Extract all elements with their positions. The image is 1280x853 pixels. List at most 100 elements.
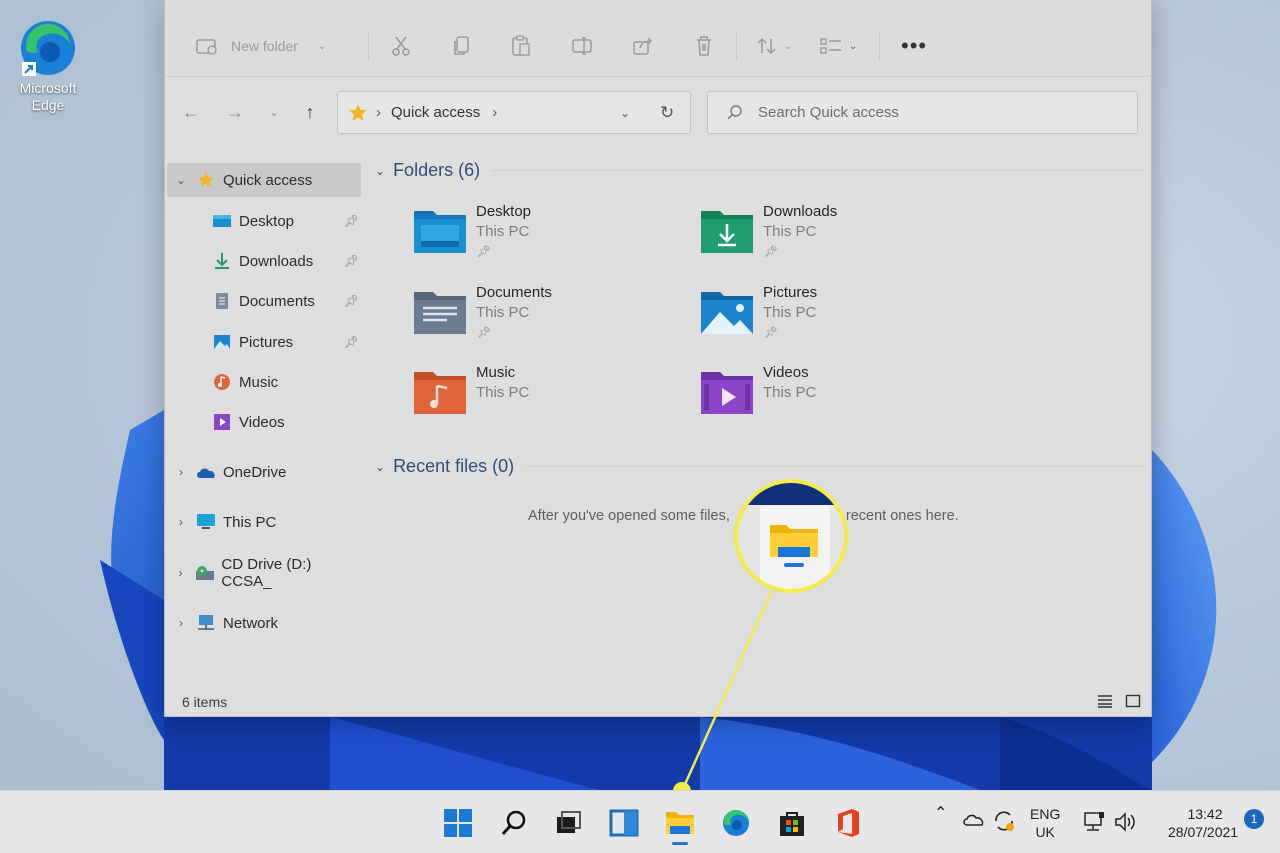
edge-icon	[723, 809, 749, 836]
sort-icon	[757, 37, 776, 55]
sidebar-item-downloads[interactable]: Downloads 📌︎	[167, 244, 361, 278]
sidebar-item-pictures[interactable]: Pictures 📌︎	[167, 325, 361, 359]
expand-chevron-icon[interactable]: ⌄	[167, 173, 195, 187]
rename-button[interactable]	[571, 32, 593, 60]
divider	[492, 170, 1143, 171]
videos-folder-icon	[701, 372, 753, 414]
office-taskbar-button[interactable]	[826, 801, 870, 845]
sync-tray-icon[interactable]	[992, 809, 1016, 837]
collapse-chevron-icon: ⌄	[375, 163, 386, 178]
sidebar-item-quick-access[interactable]: ⌄ Quick access	[167, 163, 361, 197]
pin-icon[interactable]: 📌︎	[344, 335, 359, 349]
active-indicator	[672, 842, 688, 845]
more-options-button[interactable]: •••	[901, 32, 927, 60]
onedrive-tray-icon[interactable]	[962, 811, 986, 831]
sidebar-item-this-pc[interactable]: › This PC	[167, 505, 361, 539]
notification-badge[interactable]: 1	[1244, 809, 1264, 829]
folder-tile-videos[interactable]: Videos This PC	[700, 364, 960, 434]
sidebar-item-desktop[interactable]: Desktop 📌︎	[167, 204, 361, 238]
expand-chevron-icon[interactable]: ›	[167, 616, 195, 630]
music-folder-icon	[414, 372, 466, 414]
address-history-chevron-icon[interactable]: ⌄	[620, 106, 630, 120]
folder-location: This PC	[476, 223, 530, 240]
delete-icon	[697, 36, 711, 56]
folder-tile-downloads[interactable]: Downloads This PC 📌︎	[700, 203, 960, 273]
view-button[interactable]: ⌄	[819, 32, 857, 60]
pin-icon[interactable]: 📌︎	[344, 294, 359, 308]
sidebar-item-onedrive[interactable]: › OneDrive	[167, 455, 361, 489]
show-hidden-icons-button[interactable]: ⌃	[934, 805, 947, 823]
new-folder-label: New folder	[231, 38, 298, 54]
edge-taskbar-button[interactable]	[714, 801, 758, 845]
folder-name: Desktop	[476, 203, 532, 220]
videos-icon	[211, 413, 233, 431]
folder-tile-pictures[interactable]: Pictures This PC 📌︎	[700, 284, 960, 354]
sidebar-item-documents[interactable]: Documents 📌︎	[167, 284, 361, 318]
search-icon	[501, 810, 526, 835]
folder-tile-documents[interactable]: Documents This PC 📌︎	[413, 284, 673, 354]
sidebar-item-cd-drive[interactable]: › CD Drive (D:) CCSA_	[167, 556, 361, 590]
refresh-icon[interactable]: ↻	[660, 103, 674, 123]
pin-icon[interactable]: 📌︎	[344, 214, 359, 228]
volume-tray-icon[interactable]	[1113, 811, 1139, 837]
callout-magnifier	[734, 479, 848, 593]
share-button[interactable]	[632, 32, 654, 60]
folder-tile-desktop[interactable]: Desktop This PC 📌︎	[413, 203, 673, 273]
sidebar-item-label: Pictures	[239, 333, 294, 351]
sidebar-item-videos[interactable]: Videos	[167, 405, 361, 439]
sidebar-item-label: Videos	[239, 413, 285, 431]
expand-chevron-icon[interactable]: ›	[167, 465, 195, 479]
expand-chevron-icon[interactable]: ›	[167, 515, 195, 529]
copy-icon	[454, 36, 469, 55]
arrow-left-icon: ←	[182, 101, 200, 122]
recent-files-title: Recent files (0)	[393, 456, 515, 476]
back-button[interactable]: ←	[179, 98, 203, 126]
file-explorer-taskbar-button[interactable]	[658, 801, 702, 845]
folder-name: Downloads	[763, 203, 838, 220]
sidebar-item-label: Music	[239, 373, 279, 391]
start-button[interactable]	[436, 801, 480, 845]
new-folder-button[interactable]: New folder ⌄	[195, 32, 326, 60]
pin-icon[interactable]: 📌︎	[344, 254, 359, 268]
cd-drive-icon	[194, 564, 215, 582]
network-tray-icon[interactable]	[1082, 811, 1106, 837]
new-folder-icon	[196, 39, 217, 55]
task-view-button[interactable]	[546, 801, 590, 845]
task-view-icon	[557, 811, 581, 833]
details-view-icon[interactable]	[1097, 693, 1113, 709]
search-box[interactable]: Search Quick access	[707, 91, 1138, 134]
delete-button[interactable]	[694, 32, 714, 60]
sidebar-item-music[interactable]: Music	[167, 365, 361, 399]
taskbar: ⌃ ENG UK 13:42 28/07/2021	[0, 790, 1280, 853]
recent-files-group-header[interactable]: ⌄ Recent files (0)	[375, 456, 1147, 477]
forward-button[interactable]: →	[223, 98, 247, 126]
search-icon	[727, 104, 742, 120]
sort-button[interactable]: ⌄	[756, 32, 792, 60]
taskbar-search-button[interactable]	[492, 801, 536, 845]
folders-group-header[interactable]: ⌄ Folders (6)	[375, 160, 1143, 181]
desktop-edge-shortcut[interactable]: Microsoft Edge	[8, 18, 88, 114]
sidebar-item-network[interactable]: › Network	[167, 606, 361, 640]
sidebar-item-label: Desktop	[239, 212, 295, 230]
breadcrumb-quick-access[interactable]: Quick access	[391, 104, 480, 121]
paste-button[interactable]	[511, 32, 531, 60]
copy-button[interactable]	[453, 32, 471, 60]
desktop-edge-label: Microsoft Edge	[19, 80, 77, 113]
language-indicator[interactable]: ENG UK	[1030, 805, 1060, 841]
chevron-up-icon: ⌃	[934, 805, 948, 822]
desktop-folder-icon	[414, 211, 466, 253]
large-icons-view-icon[interactable]	[1125, 693, 1141, 709]
chevron-down-icon: ⌄	[317, 40, 327, 52]
clock[interactable]: 13:42 28/07/2021	[1168, 805, 1238, 841]
recent-locations-button[interactable]: ⌄	[262, 98, 286, 126]
cut-button[interactable]	[391, 32, 411, 60]
expand-chevron-icon[interactable]: ›	[167, 566, 194, 580]
up-button[interactable]: ↑	[298, 98, 322, 126]
rename-icon	[572, 37, 592, 55]
folder-tile-music[interactable]: Music This PC	[413, 364, 673, 434]
address-bar[interactable]: › Quick access › ⌄ ↻	[337, 91, 691, 134]
store-taskbar-button[interactable]	[770, 801, 814, 845]
chevron-down-icon: ⌄	[269, 106, 279, 119]
widgets-button[interactable]	[602, 801, 646, 845]
sidebar-item-label: Documents	[239, 292, 315, 310]
